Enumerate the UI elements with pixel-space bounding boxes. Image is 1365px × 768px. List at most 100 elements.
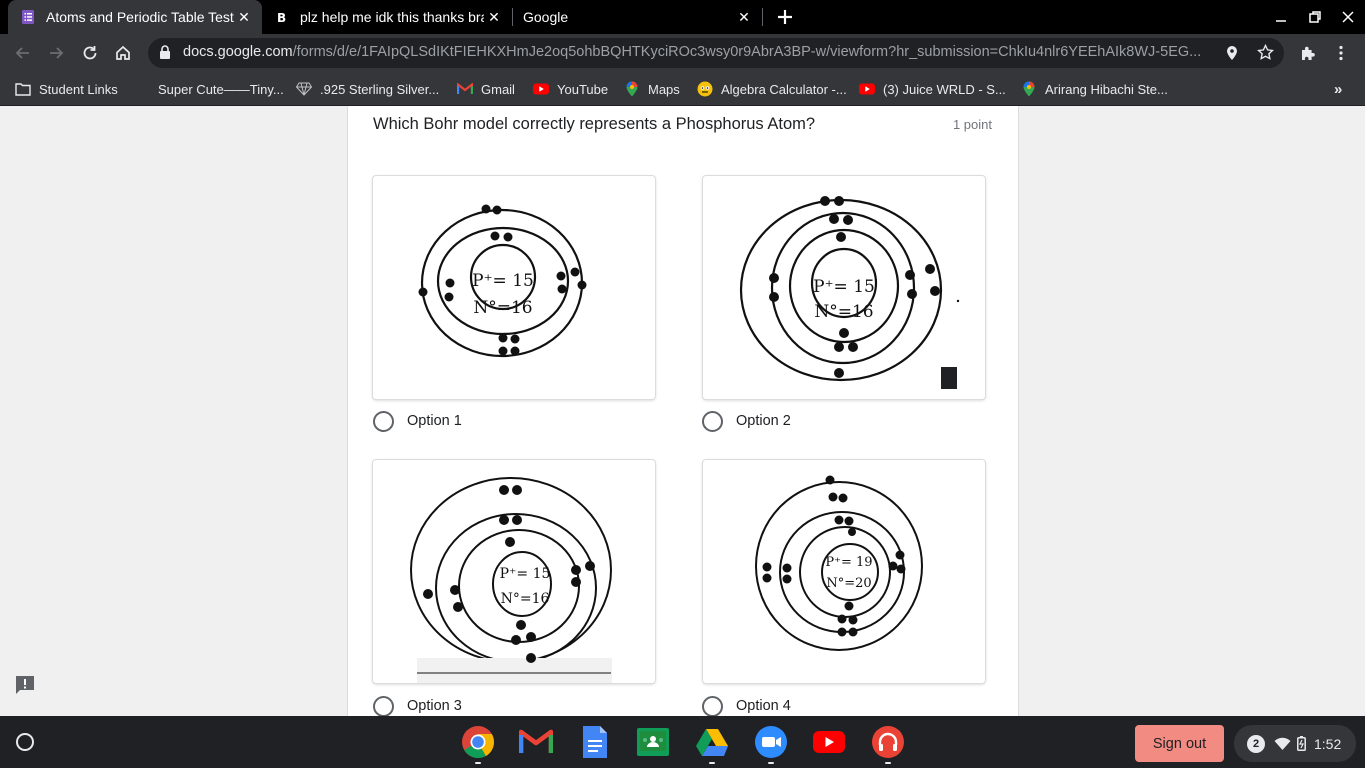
maps-pin-icon <box>1021 81 1037 97</box>
folder-icon <box>15 81 31 97</box>
option-4-image: P⁺= 19 N°=20 <box>703 460 985 683</box>
page-content: Which Bohr model correctly represents a … <box>0 106 1365 716</box>
drive-icon[interactable] <box>694 724 730 764</box>
back-arrow-icon[interactable] <box>9 39 37 67</box>
image-corner-mark <box>941 367 957 389</box>
clock-time: 1:52 <box>1314 735 1342 752</box>
option-4-radio[interactable]: Option 4 <box>702 694 791 716</box>
forward-arrow-icon[interactable] <box>42 39 70 67</box>
bookmark-label: Gmail <box>481 81 515 97</box>
new-tab-icon[interactable] <box>774 6 796 28</box>
bookmarks-bar: Student Links Super Cute——Tiny... .925 S… <box>0 72 1365 106</box>
bookmark-youtube[interactable]: YouTube <box>533 72 608 106</box>
tab-separator <box>762 8 763 26</box>
svg-text:B: B <box>277 11 286 25</box>
bohr-model-option-2: P⁺= 15 N°=16 <box>739 196 960 389</box>
bookmark-label: (3) Juice WRLD - S... <box>883 81 1006 97</box>
extensions-puzzle-icon[interactable] <box>1294 39 1322 67</box>
bookmark-gmail[interactable]: Gmail <box>457 72 515 106</box>
notification-count-badge[interactable]: 2 <box>1247 734 1265 753</box>
bohr-model-option-1: P⁺= 15 N°=16 <box>418 204 587 358</box>
chrome-menu-icon[interactable] <box>1327 39 1355 67</box>
address-bar[interactable]: docs.google.com/forms/d/e/1FAIpQLSdIKtFI… <box>148 38 1284 68</box>
bookmark-star-icon[interactable] <box>1257 43 1274 66</box>
minimize-icon[interactable] <box>1264 0 1298 34</box>
gmail-icon <box>457 81 473 97</box>
battery-icon <box>1297 736 1306 751</box>
neutron-count: N°=16 <box>473 298 532 318</box>
docs-icon[interactable] <box>577 724 613 760</box>
proton-count: P⁺= 15 <box>472 271 534 291</box>
url-text: docs.google.com/forms/d/e/1FAIpQLSdIKtFI… <box>183 44 1202 60</box>
bohr-model-option-4: P⁺= 19 N°=20 <box>755 475 923 651</box>
question-card: Which Bohr model correctly represents a … <box>347 106 1019 716</box>
bookmarks-overflow-button[interactable]: » <box>1334 72 1342 106</box>
maps-pin-icon <box>624 81 640 97</box>
wifi-icon <box>1274 737 1291 751</box>
proton-count: P⁺= 15 <box>500 566 551 582</box>
chrome-icon[interactable] <box>460 724 496 764</box>
bohr-model-option-3: P⁺= 15 N°=16 <box>410 477 612 683</box>
restore-icon[interactable] <box>1298 0 1332 34</box>
tab-brainly[interactable]: B plz help me idk this thanks brainl ✕ <box>262 0 512 34</box>
neutron-count: N°=20 <box>826 576 871 591</box>
bookmark-algebra-calculator[interactable]: Algebra Calculator -... <box>697 72 847 106</box>
tab-close-icon[interactable]: ✕ <box>484 9 504 26</box>
headphones-icon[interactable] <box>870 724 906 764</box>
reload-icon[interactable] <box>76 39 104 67</box>
running-indicator <box>475 762 481 764</box>
classroom-icon[interactable] <box>635 724 671 760</box>
tab-google[interactable]: Google ✕ <box>512 0 762 34</box>
calculator-icon <box>697 81 713 97</box>
bookmark-label: Super Cute——Tiny... <box>158 81 284 97</box>
option-2-radio[interactable]: Option 2 <box>702 409 791 433</box>
bookmark-label: Arirang Hibachi Ste... <box>1045 81 1168 97</box>
neutron-count: N°=16 <box>501 591 550 607</box>
tab-close-icon[interactable]: ✕ <box>734 9 754 26</box>
radio-circle[interactable] <box>373 695 394 716</box>
option-label: Option 3 <box>407 698 462 714</box>
zoom-icon[interactable] <box>753 724 789 764</box>
bookmark-label: Student Links <box>39 81 118 97</box>
home-icon[interactable] <box>109 39 137 67</box>
status-tray[interactable]: 2 1:52 <box>1234 725 1356 762</box>
proton-count: P⁺= 15 <box>813 277 875 297</box>
bookmark-maps[interactable]: Maps <box>624 72 680 106</box>
option-label: Option 1 <box>407 413 462 429</box>
radio-circle[interactable] <box>702 695 723 716</box>
option-2-image: P⁺= 15 N°=16 <box>703 176 985 399</box>
question-points: 1 point <box>952 117 992 132</box>
chromeos-shelf: Sign out 2 1:52 <box>0 716 1365 768</box>
close-window-icon[interactable] <box>1331 0 1365 34</box>
youtube-icon <box>859 81 875 97</box>
launcher-icon[interactable] <box>13 730 37 754</box>
google-forms-icon <box>20 9 36 25</box>
sign-out-button[interactable]: Sign out <box>1135 725 1224 762</box>
tab-atoms-test[interactable]: Atoms and Periodic Table Test ✕ <box>8 0 262 34</box>
youtube-icon[interactable] <box>811 724 847 760</box>
bookmark-arirang-hibachi[interactable]: Arirang Hibachi Ste... <box>1021 72 1168 106</box>
browser-toolbar: docs.google.com/forms/d/e/1FAIpQLSdIKtFI… <box>0 34 1365 72</box>
bookmark-super-cute[interactable]: Super Cute——Tiny... <box>158 72 284 106</box>
lock-icon <box>159 45 171 65</box>
feedback-icon[interactable] <box>14 674 36 696</box>
radio-circle[interactable] <box>373 410 394 432</box>
option-1-radio[interactable]: Option 1 <box>373 409 462 433</box>
bookmark-student-links[interactable]: Student Links <box>15 72 118 106</box>
location-pin-icon[interactable] <box>1225 45 1239 66</box>
option-3-radio[interactable]: Option 3 <box>373 694 462 716</box>
bookmark-juice-wrld[interactable]: (3) Juice WRLD - S... <box>859 72 1006 106</box>
bookmark-label: Maps <box>648 81 680 97</box>
neutron-count: N°=16 <box>814 302 873 322</box>
radio-circle[interactable] <box>702 410 723 432</box>
youtube-icon <box>533 81 549 97</box>
proton-count: P⁺= 19 <box>825 555 872 570</box>
question-title: Which Bohr model correctly represents a … <box>373 115 816 133</box>
tab-title: plz help me idk this thanks brainl <box>300 9 484 25</box>
gmail-icon[interactable] <box>518 724 554 760</box>
bookmarks-overflow-label: » <box>1334 80 1343 98</box>
tab-title: Atoms and Periodic Table Test <box>46 9 234 25</box>
bookmark-sterling-silver[interactable]: .925 Sterling Silver... <box>296 72 439 106</box>
tab-close-icon[interactable]: ✕ <box>234 9 254 26</box>
tab-title: Google <box>523 9 569 25</box>
